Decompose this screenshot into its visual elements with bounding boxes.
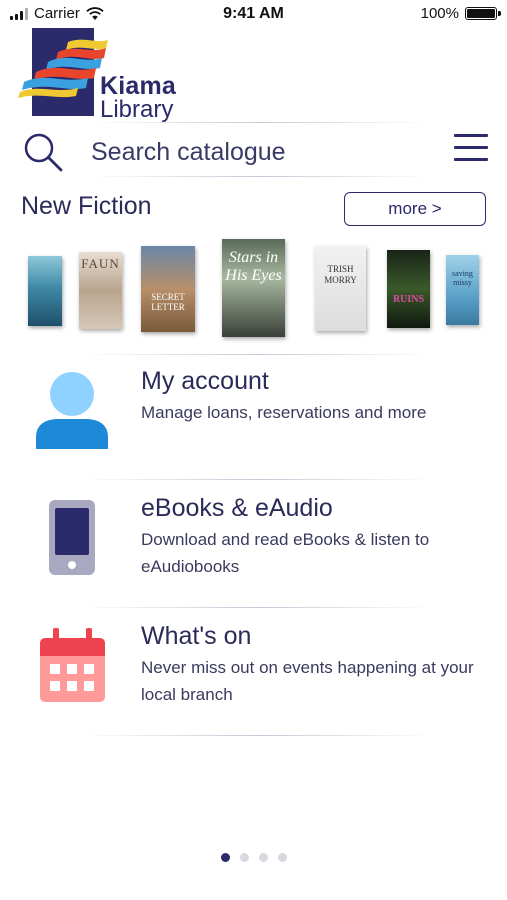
book-cover-4-text: Stars in His Eyes bbox=[225, 249, 282, 284]
search-input[interactable] bbox=[91, 134, 411, 170]
page-dot[interactable] bbox=[239, 853, 249, 862]
my-account-item[interactable]: My account Manage loans, reservations an… bbox=[0, 355, 507, 479]
user-icon bbox=[36, 372, 108, 449]
page-dot[interactable] bbox=[277, 853, 287, 862]
page-dot-active[interactable] bbox=[220, 853, 230, 862]
kiama-library-logo: Kiama Library bbox=[18, 28, 178, 123]
status-bar: Carrier 9:41 AM 100% bbox=[0, 0, 507, 30]
book-cover-3[interactable]: SECRET LETTER bbox=[141, 246, 195, 332]
logo-waves-icon bbox=[18, 39, 108, 98]
book-cover-6[interactable]: RUINS bbox=[387, 250, 430, 328]
logo-subtitle: Library bbox=[100, 96, 174, 123]
new-fiction-title: New Fiction bbox=[21, 192, 152, 220]
divider bbox=[90, 176, 430, 177]
battery-percent: 100% bbox=[420, 5, 459, 22]
divider bbox=[90, 122, 430, 123]
book-cover-5-text: TRISH MORRY bbox=[324, 264, 357, 285]
book-cover-7-text: saving missy bbox=[452, 269, 473, 287]
book-carousel[interactable]: FAUN SECRET LETTER Stars in His Eyes TRI… bbox=[0, 235, 507, 345]
search-icon[interactable] bbox=[22, 131, 64, 173]
whats-on-item[interactable]: What's on Never miss out on events happe… bbox=[0, 608, 507, 734]
divider bbox=[80, 735, 435, 736]
calendar-icon bbox=[40, 628, 105, 702]
book-cover-4[interactable]: Stars in His Eyes bbox=[222, 239, 285, 337]
hamburger-menu-icon[interactable] bbox=[454, 134, 488, 162]
phone-icon bbox=[49, 500, 95, 575]
book-cover-1[interactable] bbox=[28, 256, 62, 326]
book-cover-5[interactable]: TRISH MORRY bbox=[315, 246, 366, 331]
feature-title: eBooks & eAudio bbox=[141, 494, 333, 522]
more-button[interactable]: more > bbox=[344, 192, 486, 226]
feature-title: What's on bbox=[141, 622, 252, 650]
battery-group: 100% bbox=[420, 5, 501, 22]
book-cover-2-text: FAUN bbox=[81, 256, 120, 271]
page-dot[interactable] bbox=[258, 853, 268, 862]
ebooks-eaudio-item[interactable]: eBooks & eAudio Download and read eBooks… bbox=[0, 480, 507, 606]
book-cover-3-text: SECRET LETTER bbox=[151, 292, 185, 312]
battery-icon bbox=[465, 7, 501, 20]
feature-description: Download and read eBooks & listen to eAu… bbox=[141, 530, 430, 576]
book-cover-2[interactable]: FAUN bbox=[79, 252, 122, 329]
feature-description: Manage loans, reservations and more bbox=[141, 403, 427, 422]
page-indicator[interactable] bbox=[0, 853, 507, 862]
feature-title: My account bbox=[141, 367, 269, 395]
book-cover-6-text: RUINS bbox=[392, 294, 425, 305]
book-cover-7[interactable]: saving missy bbox=[446, 255, 479, 325]
feature-description: Never miss out on events happening at yo… bbox=[141, 658, 474, 704]
